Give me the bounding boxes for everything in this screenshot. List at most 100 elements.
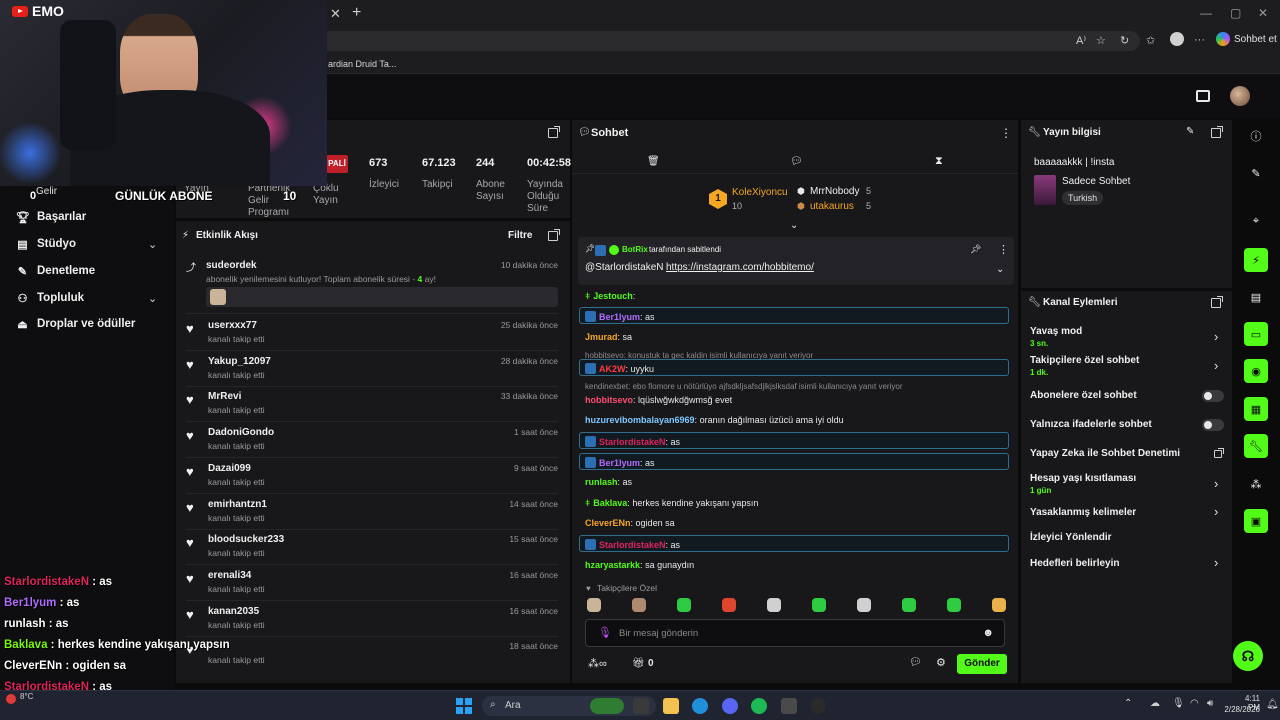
external-link-icon[interactable] bbox=[1214, 448, 1224, 458]
pinned-link[interactable]: https://instagram.com/hobbitemo/ bbox=[666, 262, 814, 273]
notification-icon[interactable]: 🔔︎ bbox=[1266, 699, 1279, 710]
more-menu-icon[interactable]: ··· bbox=[1194, 34, 1205, 46]
clock-date[interactable]: 2/28/2026 bbox=[1222, 705, 1260, 714]
chat-settings-icon[interactable]: 💬︎ bbox=[909, 657, 922, 668]
popout-icon[interactable] bbox=[1211, 296, 1223, 308]
broadcast-icon[interactable]: ◉ bbox=[1244, 359, 1268, 383]
close-tab-icon[interactable]: ✕ bbox=[330, 6, 341, 22]
chat-username[interactable]: runlash bbox=[585, 477, 618, 487]
chevron-down-icon[interactable]: ⌄ bbox=[148, 292, 157, 305]
emote-chat-toggle[interactable] bbox=[1202, 419, 1224, 431]
target-icon[interactable]: ⌖ bbox=[1244, 209, 1268, 233]
volume-icon[interactable]: 🔊︎ bbox=[1207, 698, 1213, 709]
taskview-icon[interactable] bbox=[633, 698, 649, 714]
tray-chevron-icon[interactable]: ⌃ bbox=[1124, 698, 1132, 709]
chat-username[interactable]: huzurevibombalayan6969 bbox=[585, 415, 695, 425]
chat-username[interactable]: StarlordistakeN bbox=[599, 437, 666, 447]
url-field[interactable] bbox=[320, 31, 1140, 51]
community-icon[interactable]: ⁂ bbox=[1244, 472, 1268, 496]
emote-icon[interactable] bbox=[677, 598, 691, 612]
profile-icon[interactable] bbox=[1170, 32, 1184, 46]
chevron-down-icon[interactable]: ⌄ bbox=[996, 264, 1004, 275]
chevron-right-icon[interactable]: › bbox=[1214, 504, 1218, 519]
favorites-icon[interactable]: ✩ bbox=[1146, 34, 1155, 47]
chat-username[interactable]: Ber1lyum bbox=[599, 458, 640, 468]
wifi-icon[interactable]: ◠ bbox=[1190, 698, 1199, 709]
document-icon[interactable]: ▤ bbox=[1244, 285, 1268, 309]
avatar[interactable] bbox=[1230, 86, 1250, 106]
chat-username[interactable]: StarlordistakeN bbox=[599, 540, 666, 550]
mic-icon[interactable]: 🎙︎ bbox=[1172, 698, 1185, 709]
emote-icon[interactable] bbox=[812, 598, 826, 612]
chat-username[interactable]: Jestouch bbox=[593, 291, 633, 301]
chat-username[interactable]: AK2W bbox=[599, 364, 626, 374]
popout-icon[interactable] bbox=[548, 229, 560, 241]
followers-chat-label[interactable]: Takipçilere özel sohbet bbox=[1030, 355, 1139, 366]
discord-icon[interactable] bbox=[722, 698, 738, 714]
taskbar-search[interactable]: ⌕ Ara bbox=[482, 696, 656, 716]
chat-username[interactable]: hobbitsevo bbox=[585, 395, 633, 405]
maximize-icon[interactable]: ▢ bbox=[1230, 6, 1241, 20]
subs-chat-toggle[interactable] bbox=[1202, 390, 1224, 402]
more-vertical-icon[interactable]: ⋮ bbox=[998, 243, 1009, 256]
redirect-label[interactable]: İzleyici Yönlendir bbox=[1030, 532, 1112, 543]
wrench-icon[interactable]: 🔧︎ bbox=[1244, 434, 1268, 458]
minimize-icon[interactable]: — bbox=[1200, 6, 1212, 20]
hourglass-icon[interactable]: ⧗ bbox=[935, 155, 943, 168]
trash-icon[interactable]: 🗑︎ bbox=[647, 156, 660, 167]
layout-icon[interactable]: ▦ bbox=[1244, 397, 1268, 421]
refresh-icon[interactable]: ↻ bbox=[1120, 34, 1129, 47]
chat-icon[interactable]: 💬︎ bbox=[790, 156, 803, 167]
obs-icon[interactable] bbox=[810, 698, 826, 714]
points-icon[interactable]: ⁂∞ bbox=[588, 657, 607, 670]
more-vertical-icon[interactable]: ⋮ bbox=[1000, 126, 1012, 140]
favorite-star-icon[interactable]: ☆ bbox=[1096, 34, 1106, 47]
sidebar-item-moderation[interactable]: ✎ Denetleme bbox=[16, 263, 95, 279]
read-aloud-icon[interactable]: A⁾ bbox=[1076, 34, 1086, 47]
window-close-icon[interactable]: ✕ bbox=[1258, 6, 1268, 20]
goals-label[interactable]: Hedefleri belirleyin bbox=[1030, 558, 1119, 569]
emote-icon[interactable] bbox=[767, 598, 781, 612]
ai-moderation-label[interactable]: Yapay Zeka ile Sohbet Denetimi bbox=[1030, 448, 1180, 459]
microphone-icon[interactable]: 🎙︎ bbox=[598, 626, 612, 639]
chat-username[interactable]: hzaryastarkk bbox=[585, 560, 640, 570]
gear-icon[interactable]: ⚙ bbox=[936, 656, 946, 669]
banned-words-label[interactable]: Yasaklanmış kelimeler bbox=[1030, 507, 1136, 518]
popout-icon[interactable] bbox=[1211, 126, 1223, 138]
chat-input[interactable]: 🎙︎ Bir mesaj gönderin ☻ bbox=[585, 619, 1005, 647]
support-button[interactable]: ☊ bbox=[1233, 641, 1263, 671]
sidebar-item-studio[interactable]: ▤ Stüdyo bbox=[16, 236, 76, 252]
chevron-right-icon[interactable]: › bbox=[1214, 476, 1218, 491]
emote-icon[interactable] bbox=[722, 598, 736, 612]
sync-icon[interactable]: ☁ bbox=[1150, 698, 1160, 709]
spotify-icon[interactable] bbox=[751, 698, 767, 714]
info-icon[interactable]: ⓘ bbox=[1244, 124, 1268, 148]
emote-icon[interactable] bbox=[587, 598, 601, 612]
pencil-icon[interactable]: ✎ bbox=[1244, 161, 1268, 185]
chat-username[interactable]: Jmurad bbox=[585, 332, 618, 342]
stream-category[interactable]: Sadece Sohbet bbox=[1062, 176, 1130, 187]
chat-username[interactable]: Baklava bbox=[593, 498, 627, 508]
gift-icon[interactable]: 🎁︎ bbox=[632, 658, 645, 669]
terminal-icon[interactable] bbox=[781, 698, 797, 714]
emote-icon[interactable] bbox=[902, 598, 916, 612]
edit-icon[interactable]: ✎ bbox=[1186, 126, 1194, 137]
copilot-button[interactable]: Sohbet et bbox=[1216, 32, 1277, 46]
chevron-right-icon[interactable]: › bbox=[1214, 555, 1218, 570]
sidebar-item-achievements[interactable]: 🏆︎ Başarılar bbox=[16, 209, 86, 225]
chevron-down-icon[interactable]: ⌄ bbox=[148, 238, 157, 251]
popout-icon[interactable] bbox=[548, 126, 560, 138]
bookmark-item[interactable]: ardian Druid Ta... bbox=[328, 59, 396, 69]
chevron-right-icon[interactable]: › bbox=[1214, 329, 1218, 344]
emote-icon[interactable] bbox=[632, 598, 646, 612]
edge-icon[interactable] bbox=[692, 698, 708, 714]
sidebar-item-community[interactable]: ⚇ Topluluk bbox=[16, 290, 85, 306]
emoji-icon[interactable]: ☻ bbox=[982, 627, 994, 639]
emote-icon[interactable] bbox=[947, 598, 961, 612]
filter-button[interactable]: Filtre bbox=[508, 230, 532, 241]
slow-mode-label[interactable]: Yavaş mod bbox=[1030, 326, 1082, 337]
lightning-icon[interactable]: ⚡︎ bbox=[1244, 248, 1268, 272]
chat-username[interactable]: CleverENn bbox=[585, 518, 631, 528]
chevron-right-icon[interactable]: › bbox=[1214, 358, 1218, 373]
emote-icon[interactable] bbox=[857, 598, 871, 612]
